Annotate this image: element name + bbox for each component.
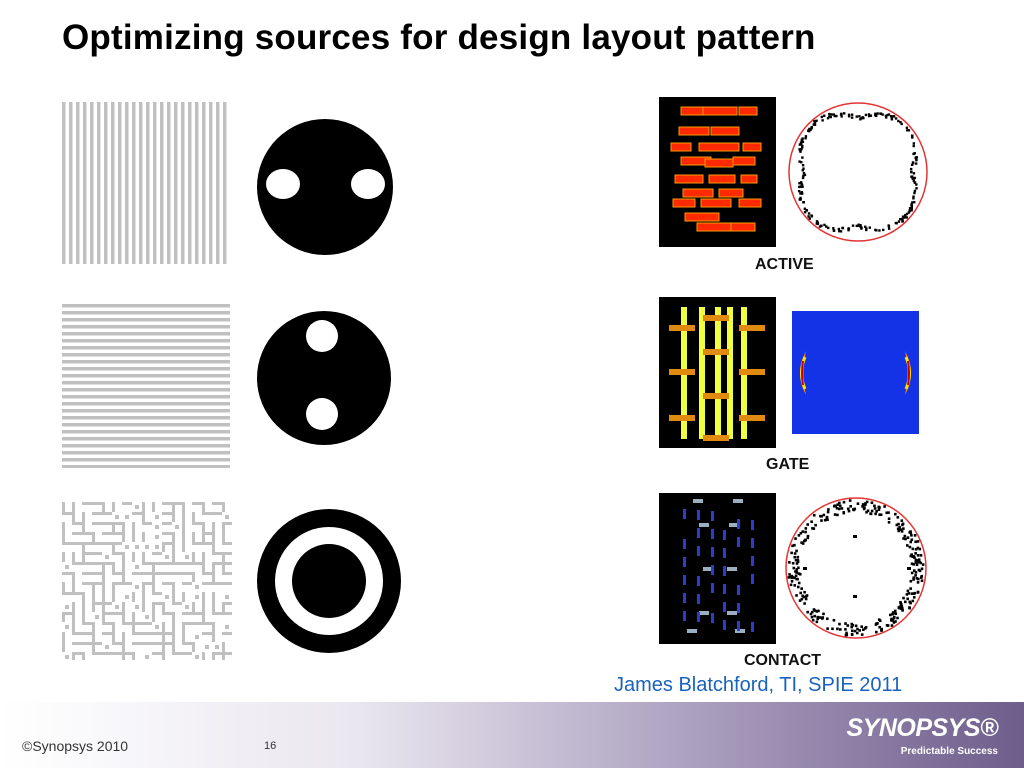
active-label: ACTIVE bbox=[755, 256, 814, 273]
gate-layout-image bbox=[659, 297, 776, 448]
gate-source-image bbox=[792, 311, 919, 434]
synopsys-logo: SYNOPSYS® bbox=[846, 714, 999, 742]
active-source-image bbox=[788, 102, 928, 242]
random-contact-pattern bbox=[62, 502, 232, 660]
slide-title: Optimizing sources for design layout pat… bbox=[62, 18, 816, 57]
active-layout-image bbox=[659, 97, 776, 247]
gate-label: GATE bbox=[766, 456, 810, 473]
page-number: 16 bbox=[264, 740, 277, 752]
contact-label: CONTACT bbox=[744, 652, 822, 669]
citation-text: James Blatchford, TI, SPIE 2011 bbox=[614, 674, 903, 696]
slide-footer: ©Synopsys 2010 16 SYNOPSYS® Predictable … bbox=[0, 702, 1024, 768]
annular-source bbox=[257, 509, 401, 653]
logo-tagline: Predictable Success bbox=[900, 746, 998, 757]
contact-layout-image bbox=[659, 493, 776, 644]
copyright-text: ©Synopsys 2010 bbox=[22, 738, 129, 754]
dipole-x-source bbox=[257, 119, 393, 255]
vertical-lines-pattern bbox=[62, 102, 227, 264]
dipole-y-source bbox=[257, 311, 391, 445]
contact-source-image bbox=[785, 497, 927, 639]
horizontal-lines-pattern bbox=[62, 304, 230, 468]
